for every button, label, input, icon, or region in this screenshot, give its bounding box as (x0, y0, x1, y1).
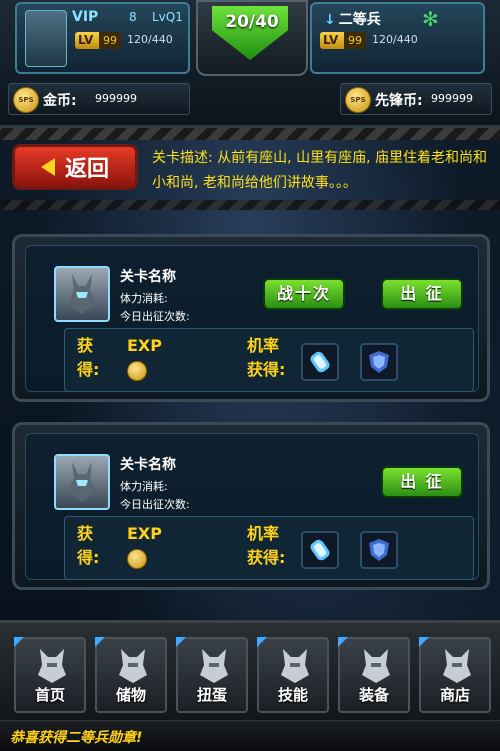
player-panel[interactable]: VIP 8 LvQ1 LV 99 120/440 (15, 2, 190, 74)
lv-value-right: 99 (344, 32, 366, 49)
player-avatar (25, 10, 67, 67)
atom-icon[interactable]: ✻ (422, 8, 444, 30)
top-bar: VIP 8 LvQ1 LV 99 120/440 20/40 ↓ 二等兵 ✻ LV… (0, 0, 500, 128)
gold-bar: SPS 金币: 999999 (8, 83, 190, 115)
shield-item-icon[interactable] (360, 531, 398, 569)
reward-box: 获 得: EXP 机率 获得: (64, 328, 474, 392)
today-count-label: 今日出征次数: (120, 498, 190, 511)
rank-text: 二等兵 (338, 12, 381, 28)
stage-name: 关卡名称 (120, 457, 176, 473)
lv-tag: LvQ1 (152, 10, 183, 24)
lv-value: 99 (99, 32, 121, 49)
gold-value: 999999 (95, 92, 137, 105)
chance-label-2: 获得: (247, 360, 286, 379)
go-battle-button[interactable]: 出 征 (381, 466, 463, 498)
boss-portrait-icon (54, 266, 110, 322)
back-arrow-icon (40, 158, 55, 176)
exp-label: EXP (127, 524, 162, 543)
nav-label: 扭蛋 (196, 686, 227, 704)
robot-head-icon (38, 649, 66, 683)
corner-accent (338, 637, 348, 647)
stamina-indicator: 20/40 (196, 0, 308, 76)
nav-equipment[interactable]: 装备 (338, 637, 410, 713)
stamina-cost-label: 体力消耗: (120, 292, 168, 305)
nav-label: 储物 (115, 686, 146, 704)
vanguard-bar: SPS 先锋币: 999999 (340, 83, 492, 115)
gain-label-2: 得: (77, 548, 100, 567)
vanguard-coin-icon: SPS (345, 87, 371, 113)
stamina-count: 20/40 (225, 12, 279, 32)
nav-label: 首页 (34, 686, 65, 704)
gold-label: 金币: (43, 93, 77, 109)
vip-label: VIP (72, 9, 99, 25)
ticker-text: 恭喜获得二等兵勋章! (10, 730, 143, 746)
stamina-cost-label: 体力消耗: (120, 480, 168, 493)
vip-level: 8 (129, 10, 137, 24)
chance-label-2: 获得: (247, 548, 286, 567)
nav-shop[interactable]: 商店 (419, 637, 491, 713)
robot-head-icon (362, 649, 390, 683)
corner-accent (176, 637, 186, 647)
robot-head-icon (200, 649, 228, 683)
bottom-nav: 首页 储物 扭蛋 技能 装备 商店 (0, 620, 500, 721)
gain-label-2: 得: (77, 360, 100, 379)
hazard-stripe-lower (0, 200, 500, 210)
reward-box: 获 得: EXP 机率 获得: (64, 516, 474, 580)
go-battle-button[interactable]: 出 征 (381, 278, 463, 310)
corner-accent (257, 637, 267, 647)
robot-head-icon (281, 649, 309, 683)
shield-item-icon[interactable] (360, 343, 398, 381)
capsule-item-icon[interactable] (301, 343, 339, 381)
corner-accent (95, 637, 105, 647)
stage-card-inner: 关卡名称 体力消耗: 今日出征次数: 战十次 出 征 获 得: EXP 机率 获… (25, 245, 479, 392)
rank-label: ↓ 二等兵 (324, 9, 381, 29)
nav-storage[interactable]: 储物 (95, 637, 167, 713)
robot-head-icon (119, 649, 147, 683)
back-button[interactable]: 返回 (12, 144, 138, 190)
news-ticker: 恭喜获得二等兵勋章! (0, 720, 500, 751)
nav-home[interactable]: 首页 (14, 637, 86, 713)
vanguard-label: 先锋币: (375, 93, 423, 109)
nav-skills[interactable]: 技能 (257, 637, 329, 713)
rank-arrow-icon: ↓ (324, 12, 336, 28)
hazard-stripe (0, 128, 500, 140)
capsule-item-icon[interactable] (301, 531, 339, 569)
battle-ten-button[interactable]: 战十次 (263, 278, 345, 310)
stage-card: 关卡名称 体力消耗: 今日出征次数: 战十次 出 征 获 得: EXP 机率 获… (12, 234, 490, 402)
nav-gacha[interactable]: 扭蛋 (176, 637, 248, 713)
nav-label: 技能 (277, 686, 308, 704)
coin-icon (127, 361, 147, 381)
nav-label: 商店 (439, 686, 470, 704)
nav-label: 装备 (358, 686, 389, 704)
corner-accent (14, 637, 24, 647)
rank-panel[interactable]: ↓ 二等兵 ✻ LV 99 120/440 (310, 2, 485, 74)
stage-description: 关卡描述: 从前有座山, 山里有座庙, 庙里住着老和尚和小和尚, 老和尚给他们讲… (152, 150, 487, 191)
vanguard-value: 999999 (431, 92, 473, 105)
exp-value: 120/440 (127, 33, 173, 46)
boss-portrait-icon (54, 454, 110, 510)
back-label: 返回 (64, 157, 109, 182)
chance-label-1: 机率 (247, 336, 280, 355)
stage-card: 关卡名称 体力消耗: 今日出征次数: 出 征 获 得: EXP 机率 获得: (12, 422, 490, 590)
exp-value-right: 120/440 (372, 33, 418, 46)
stage-name: 关卡名称 (120, 269, 176, 285)
gain-label-1: 获 (77, 336, 94, 355)
robot-head-icon (443, 649, 471, 683)
chance-label-1: 机率 (247, 524, 280, 543)
coin-icon (127, 549, 147, 569)
gain-label-1: 获 (77, 524, 94, 543)
today-count-label: 今日出征次数: (120, 310, 190, 323)
gold-coin-icon: SPS (13, 87, 39, 113)
corner-accent (419, 637, 429, 647)
stage-card-inner: 关卡名称 体力消耗: 今日出征次数: 出 征 获 得: EXP 机率 获得: (25, 433, 479, 580)
exp-label: EXP (127, 336, 162, 355)
